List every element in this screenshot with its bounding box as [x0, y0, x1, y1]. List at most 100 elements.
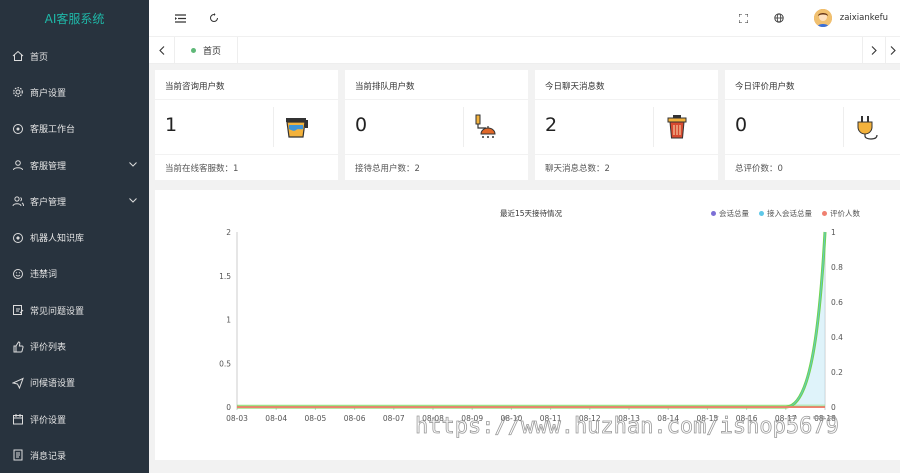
series-line-接入会话总量: [237, 231, 826, 408]
series-line-会话总量: [237, 231, 827, 409]
y-tick-label-right: 0.8: [831, 263, 843, 272]
y-tick-label-left: 2: [226, 228, 231, 237]
sidebar-item-8[interactable]: 评价列表: [0, 328, 149, 364]
card-footer: 接待总用户数：2: [355, 164, 420, 174]
y-tick-label-left: 1.5: [219, 272, 231, 281]
y-tick-label-right: 0.6: [831, 298, 843, 307]
sidebar-item-6[interactable]: 违禁词: [0, 256, 149, 292]
legend-item[interactable]: 接入会话总量: [759, 208, 812, 219]
sidebar-item-label: 评价列表: [30, 343, 67, 354]
tab-scroll-right-button[interactable]: [862, 37, 886, 63]
sidebar-item-label: 常见问题设置: [30, 306, 85, 317]
card-value: 0: [735, 114, 748, 136]
top-header: zaixiankefu: [149, 0, 900, 37]
legend-label: 评价人数: [830, 209, 860, 218]
avatar: [813, 9, 832, 27]
x-tick-label: 08-03: [226, 414, 248, 423]
plug-icon: [843, 107, 889, 147]
card-title: 当前咨询用户数: [165, 82, 225, 92]
robot-icon: [12, 232, 24, 244]
legend-item[interactable]: 会话总量: [711, 208, 749, 219]
x-tick-label: 08-04: [265, 414, 287, 423]
sidebar-item-4[interactable]: 客户管理: [0, 183, 149, 219]
sidebar: AI客服系统 首页 商户设置 客服工作台 客服管理 客户管理 机器人知识库 违禁词 常见问题设…: [0, 0, 149, 473]
legend-label: 接入会话总量: [767, 209, 812, 218]
sidebar-item-0[interactable]: 首页: [0, 38, 149, 74]
card-title: 当前排队用户数: [355, 82, 415, 92]
calendar-icon: [12, 413, 24, 425]
chevron-down-icon: [129, 196, 137, 206]
sidebar-item-label: 机器人知识库: [30, 234, 85, 245]
y-tick-label-left: 0.5: [219, 359, 231, 368]
sidebar-item-11[interactable]: 消息记录: [0, 437, 149, 473]
active-dot-icon: [191, 47, 196, 53]
y-tick-label-left: 1: [226, 316, 231, 325]
y-tick-label-right: 0: [831, 403, 836, 412]
chevron-down-icon: [129, 160, 137, 170]
card-footer: 当前在线客服数：1: [165, 164, 239, 174]
legend-item[interactable]: 评价人数: [822, 208, 860, 219]
stat-card-queue: 当前排队用户数 0 接待总用户数：2: [345, 70, 528, 180]
doc-icon: [12, 449, 24, 461]
footer-strip: [149, 460, 900, 473]
card-title: 今日评价用户数: [735, 82, 795, 92]
chevron-down-icon: [890, 45, 896, 55]
gear-icon: [12, 86, 24, 98]
refresh-icon[interactable]: [207, 11, 221, 25]
stat-card-ratings: 今日评价用户数 0 总评价数：0: [725, 70, 900, 180]
chat-icon: [12, 123, 24, 135]
card-value: 2: [545, 114, 558, 136]
tab-more-button[interactable]: [886, 37, 900, 63]
thumb-icon: [12, 341, 24, 353]
sidebar-item-5[interactable]: 机器人知识库: [0, 219, 149, 255]
sidebar-item-7[interactable]: 常见问题设置: [0, 292, 149, 328]
reception-line-chart: 0 0.5 1 1.5 2 0 0.2 0.4 0.6 0.8 1 08-03 08-04 08-05 08…: [219, 228, 843, 439]
sidebar-item-2[interactable]: 客服工作台: [0, 111, 149, 147]
fullscreen-icon[interactable]: [736, 11, 750, 25]
x-tick-label: 08-07: [383, 414, 405, 423]
chevron-left-icon: [158, 45, 164, 55]
username: zaixiankefu: [839, 13, 888, 23]
card-footer: 聊天消息总数：2: [545, 164, 610, 174]
shower-icon: [463, 107, 509, 147]
users-icon: [12, 195, 24, 207]
sidebar-item-9[interactable]: 问候语设置: [0, 365, 149, 401]
y-tick-label-right: 0.2: [831, 368, 843, 377]
tab-scroll-left-button[interactable]: [149, 37, 175, 63]
series-area: [237, 232, 825, 407]
chart-panel: 0 0.5 1 1.5 2 0 0.2 0.4 0.6 0.8 1 08-03 08-04 08-05 08…: [155, 190, 900, 460]
stat-card-messages: 今日聊天消息数 2 聊天消息总数：2: [535, 70, 718, 180]
sidebar-menu: 首页商户设置客服工作台客服管理客户管理机器人知识库违禁词常见问题设置 评价列表问候…: [0, 38, 149, 473]
sidebar-item-label: 消息记录: [30, 451, 67, 462]
sidebar-item-label: 商户设置: [30, 88, 67, 99]
sidebar-item-10[interactable]: 评价设置: [0, 401, 149, 437]
card-value: 0: [355, 114, 368, 136]
watermark-text: https://www.huzhan.com/ishop5679: [415, 414, 839, 439]
x-tick-label: 08-06: [344, 414, 366, 423]
sidebar-item-3[interactable]: 客服管理: [0, 147, 149, 183]
edit-icon: [12, 304, 24, 316]
trash-icon: [653, 107, 699, 147]
stat-card-consulting: 当前咨询用户数 1 当前在线客服数：1: [155, 70, 338, 180]
user-icon: [12, 159, 24, 171]
legend-label: 会话总量: [719, 209, 749, 218]
sidebar-item-label: 首页: [30, 52, 49, 63]
sidebar-item-label: 客服管理: [30, 161, 67, 172]
send-icon: [12, 377, 24, 389]
chart-legend: 会话总量 接入会话总量 评价人数: [711, 208, 860, 219]
bucket-icon: [273, 107, 319, 147]
sidebar-item-label: 问候语设置: [30, 379, 76, 390]
tab-home[interactable]: 首页: [176, 37, 238, 63]
sidebar-item-1[interactable]: 商户设置: [0, 74, 149, 110]
y-tick-label-left: 0: [226, 403, 231, 412]
smile-icon: [12, 268, 24, 280]
x-tick-label: 08-05: [305, 414, 327, 423]
legend-swatch: [711, 211, 716, 216]
user-menu[interactable]: zaixiankefu: [813, 9, 888, 27]
y-tick-label-right: 1: [831, 228, 836, 237]
globe-icon[interactable]: [772, 11, 786, 25]
legend-swatch: [759, 211, 764, 216]
menu-toggle-icon[interactable]: [173, 11, 187, 25]
card-value: 1: [165, 114, 178, 136]
card-title: 今日聊天消息数: [545, 82, 605, 92]
